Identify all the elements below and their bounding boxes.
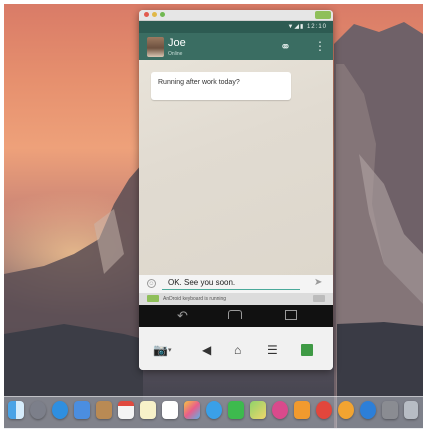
app-store-icon[interactable]: [316, 401, 332, 419]
photos-icon[interactable]: [184, 401, 200, 419]
emulator-titlebar[interactable]: [139, 10, 333, 21]
contact-name[interactable]: Joe: [168, 37, 186, 49]
emulator-toolbar: 📷 ▾ ◀ ⌂ ☰: [139, 327, 333, 370]
home-icon[interactable]: ⌂: [234, 343, 241, 357]
android-emulator-window[interactable]: ▼◢▮ 12:10 Joe Online ⚭ ⋮ Running after w…: [139, 10, 333, 370]
system-preferences-icon[interactable]: [338, 401, 354, 419]
send-icon[interactable]: ➤: [314, 277, 322, 288]
itunes-icon[interactable]: [272, 401, 288, 419]
launchpad-icon[interactable]: [30, 401, 46, 419]
calendar-icon[interactable]: [118, 401, 134, 419]
home-nav-icon[interactable]: [228, 310, 242, 319]
incoming-message-bubble[interactable]: Running after work today?: [151, 72, 291, 100]
reminders-icon[interactable]: [162, 401, 178, 419]
keyboard-icon: [147, 295, 159, 302]
mail-icon[interactable]: [74, 401, 90, 419]
trash-icon[interactable]: [404, 401, 418, 419]
avatar[interactable]: [147, 37, 164, 57]
notes-icon[interactable]: [140, 401, 156, 419]
keyboard-switch-icon[interactable]: [313, 295, 325, 302]
android-emulator-icon[interactable]: [382, 401, 398, 419]
message-input[interactable]: OK. See you soon.: [162, 277, 300, 290]
keyboard-notice-text: AnDroid keyboard is running: [163, 296, 227, 302]
minimize-button[interactable]: [152, 12, 157, 17]
status-time: ▼◢▮ 12:10: [287, 24, 327, 30]
safari-icon[interactable]: [52, 401, 68, 419]
zoom-button[interactable]: [160, 12, 165, 17]
android-badge-icon: [315, 11, 331, 19]
smiley-icon[interactable]: ☺: [147, 279, 156, 288]
close-button[interactable]: [144, 12, 149, 17]
chat-app-bar: Joe Online ⚭ ⋮: [139, 33, 333, 61]
finder-icon[interactable]: [8, 401, 24, 419]
app-switch-icon[interactable]: [301, 344, 313, 356]
messages-icon[interactable]: [206, 401, 222, 419]
menu-icon[interactable]: ☰: [267, 343, 278, 357]
back-nav-icon[interactable]: ↶: [177, 308, 188, 324]
camera-icon[interactable]: 📷: [153, 343, 168, 357]
message-text: Running after work today?: [158, 79, 240, 86]
overflow-menu-icon[interactable]: ⋮: [314, 39, 326, 53]
facetime-icon[interactable]: [228, 401, 244, 419]
contacts-icon[interactable]: [96, 401, 112, 419]
chrome-icon[interactable]: [360, 401, 376, 419]
macos-dock: [4, 396, 423, 429]
ibooks-icon[interactable]: [294, 401, 310, 419]
android-nav-bar: ↶: [139, 305, 333, 327]
paperclip-icon[interactable]: ⚭: [280, 39, 291, 55]
contact-status: Online: [168, 51, 183, 57]
message-list[interactable]: Running after work today?: [139, 60, 333, 275]
keyboard-notification: AnDroid keyboard is running: [139, 293, 333, 305]
chevron-down-icon[interactable]: ▾: [168, 346, 172, 354]
compose-bar: ☺ OK. See you soon. ➤: [139, 275, 333, 293]
back-icon[interactable]: ◀: [202, 343, 211, 357]
android-status-bar: ▼◢▮ 12:10: [139, 21, 333, 33]
maps-icon[interactable]: [250, 401, 266, 419]
recents-nav-icon[interactable]: [285, 310, 297, 320]
